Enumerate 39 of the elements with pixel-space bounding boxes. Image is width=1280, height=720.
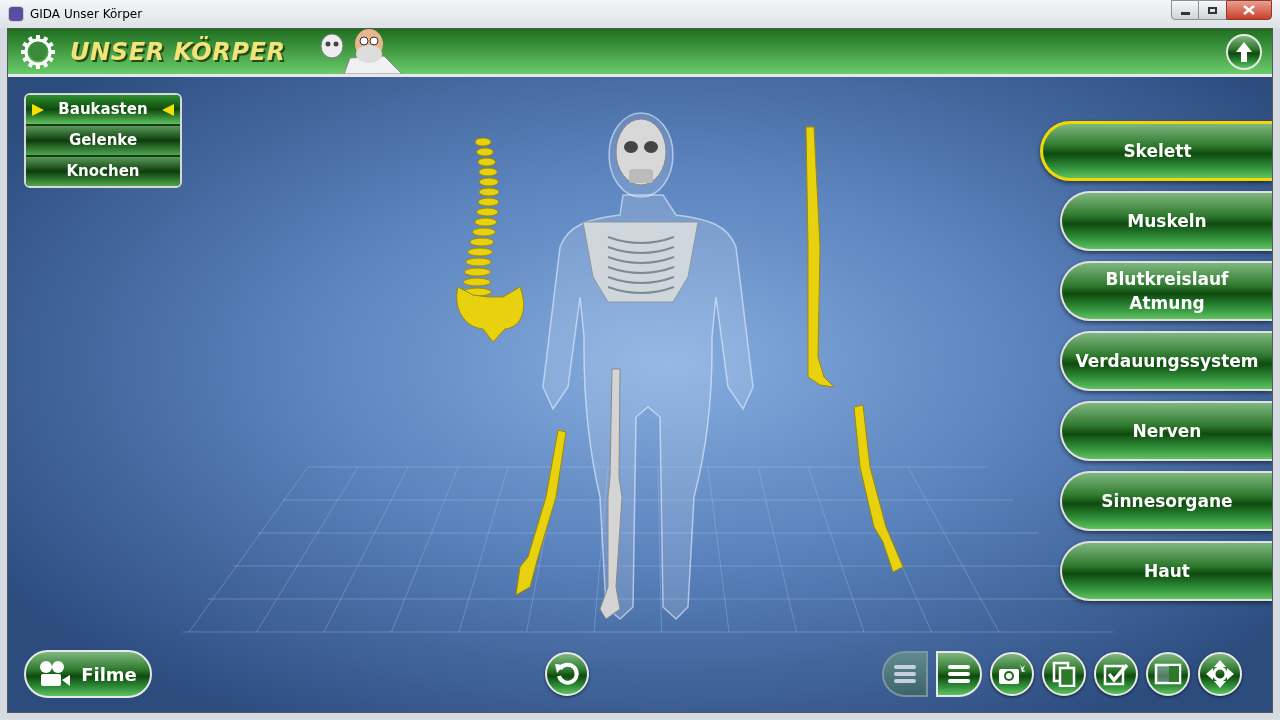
menu-item[interactable]: Baukasten [26,95,180,124]
films-button[interactable]: Filme [24,650,152,698]
reset-button[interactable] [545,652,589,696]
category-button[interactable]: Sinnesorgane [1060,471,1272,531]
category-button[interactable]: Skelett [1040,121,1272,181]
menu-item[interactable]: Gelenke [26,126,180,155]
list-view-button[interactable] [882,651,928,697]
app-icon [8,6,24,22]
navigation-button[interactable] [1198,652,1242,696]
copy-button[interactable] [1042,652,1086,696]
close-icon [1243,5,1255,15]
list-icon [893,664,917,684]
category-button[interactable]: Haut [1060,541,1272,601]
menu-item[interactable]: Knochen [26,157,180,186]
close-button[interactable] [1226,0,1272,20]
window-mode-button[interactable] [1146,652,1190,696]
camera-icon [998,662,1026,686]
up-arrow-icon [1235,40,1253,63]
checkbox-icon [1103,662,1129,686]
copy-icon [1052,661,1076,687]
category-button[interactable]: Blutkreislauf Atmung [1060,261,1272,321]
film-camera-icon [39,660,72,688]
move-arrows-icon [1205,659,1235,689]
category-button[interactable]: Muskeln [1060,191,1272,251]
window-title: GIDA Unser Körper [30,6,143,23]
screenshot-button[interactable] [990,652,1034,696]
left-triangle-icon [161,103,174,116]
maximize-button[interactable] [1199,0,1226,20]
list-icon [947,664,971,684]
category-button[interactable]: Nerven [1060,401,1272,461]
gear-logo-icon [20,33,56,70]
app-title: UNSER KÖRPER [70,35,286,68]
right-triangle-icon [32,103,45,116]
up-arrow-button[interactable] [1226,33,1262,70]
minimize-button[interactable] [1171,0,1199,20]
quiz-button[interactable] [1094,652,1138,696]
window-icon [1154,663,1182,685]
category-button[interactable]: Verdauungssystem [1060,331,1272,391]
rotate-arrow-icon [554,661,580,687]
